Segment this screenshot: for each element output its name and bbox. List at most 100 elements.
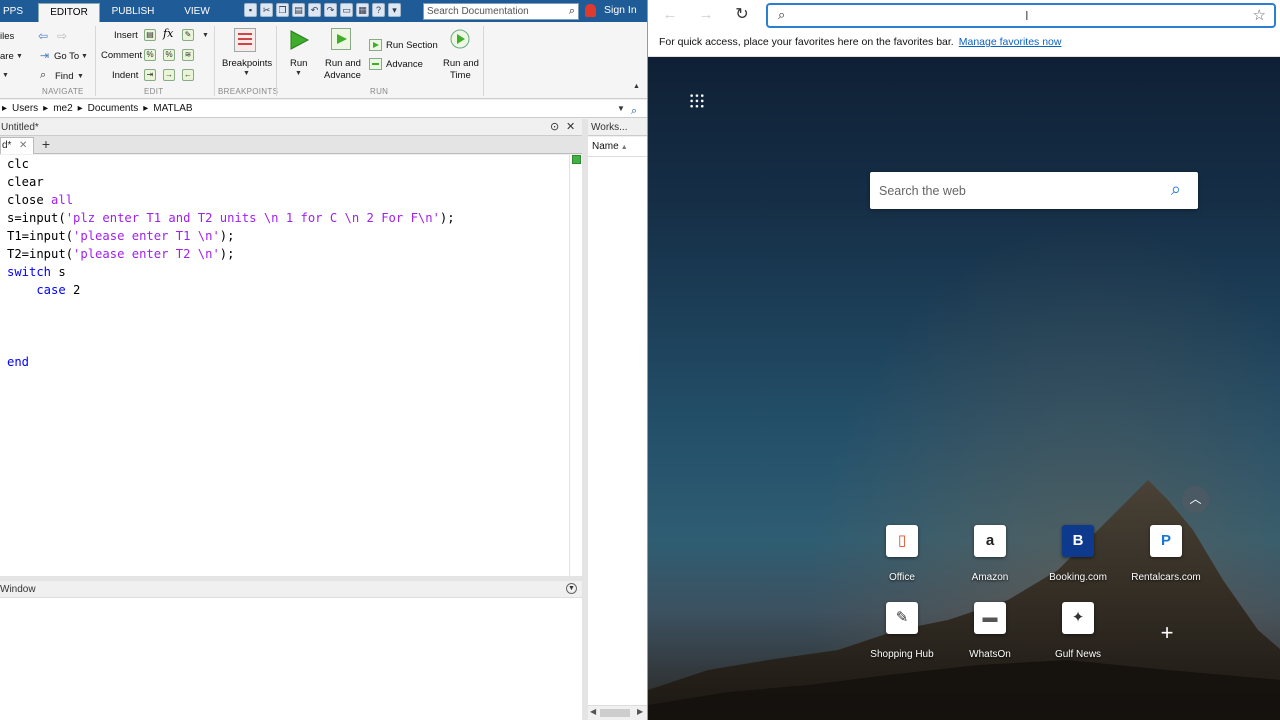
breakpoints-icon[interactable] xyxy=(234,28,256,52)
path-segment[interactable]: Documents xyxy=(88,103,139,114)
code-line[interactable]: clc xyxy=(7,155,29,173)
search-icon[interactable]: ⌕ xyxy=(569,4,575,19)
tab-publish[interactable]: PUBLISH xyxy=(104,3,162,22)
workspace-list[interactable] xyxy=(588,157,647,705)
indent-button[interactable]: Indent xyxy=(112,70,138,81)
tab-editor[interactable]: EDITOR xyxy=(38,3,100,22)
run-caret-icon[interactable]: ▼ xyxy=(295,70,302,77)
top-site-tile[interactable]: a Amazon xyxy=(944,525,1036,599)
decrease-indent-icon[interactable]: ← xyxy=(182,69,194,81)
save-label[interactable]: are xyxy=(0,51,14,62)
collapse-tiles-icon[interactable]: ︿ xyxy=(1182,486,1209,513)
workspace-column-header[interactable]: Name ▲ xyxy=(588,137,647,157)
top-site-tile[interactable]: ✎ Shopping Hub xyxy=(856,602,948,676)
code-editor[interactable]: clc clear close all s=input('plz enter T… xyxy=(0,155,569,576)
run-button[interactable]: Run xyxy=(290,58,307,69)
save-icon[interactable]: ▪ xyxy=(244,3,257,17)
scroll-left-icon[interactable]: ◀ xyxy=(590,707,596,716)
insert-section-icon[interactable]: ▤ xyxy=(144,29,156,41)
close-editor-icon[interactable]: ✕ xyxy=(566,119,575,136)
code-line[interactable]: close all xyxy=(7,191,73,209)
find-button[interactable]: Find xyxy=(55,71,73,82)
scroll-right-icon[interactable]: ▶ xyxy=(637,707,643,716)
top-site-tile[interactable]: ✦ Gulf News xyxy=(1032,602,1124,676)
back-arrow-icon[interactable]: ⇦ xyxy=(38,29,48,43)
forward-arrow-icon[interactable]: ⇨ xyxy=(57,29,67,43)
insert-button[interactable]: Insert xyxy=(114,30,138,41)
run-and-time-label1[interactable]: Run and xyxy=(443,58,479,69)
run-section-button[interactable]: Run Section xyxy=(386,40,438,51)
web-search-box[interactable]: ⌕ xyxy=(870,172,1198,209)
run-and-advance-label2[interactable]: Advance xyxy=(324,70,361,81)
run-and-advance-label1[interactable]: Run and xyxy=(325,58,361,69)
copy-icon[interactable]: ❐ xyxy=(276,3,289,17)
web-search-icon[interactable]: ⌕ xyxy=(1171,179,1181,200)
print-caret-icon[interactable]: ▼ xyxy=(2,72,9,79)
app-launcher-icon[interactable] xyxy=(689,93,705,109)
forward-icon[interactable]: → xyxy=(695,5,717,25)
code-line[interactable]: T1=input('please enter T1 \n'); xyxy=(7,227,234,245)
code-line[interactable]: s=input('plz enter T1 and T2 units \n 1 … xyxy=(7,209,455,227)
close-tab-icon[interactable]: ✕ xyxy=(19,138,27,153)
smart-indent-icon[interactable]: ⇥ xyxy=(144,69,156,81)
cut-icon[interactable]: ✂ xyxy=(260,3,273,17)
files-label[interactable]: iles xyxy=(0,31,14,42)
tab-apps[interactable]: PPS xyxy=(0,3,26,22)
notification-bell-icon[interactable] xyxy=(585,4,596,17)
code-line[interactable]: clear xyxy=(7,173,44,191)
increase-indent-icon[interactable]: → xyxy=(163,69,175,81)
layout-icon[interactable]: ▦ xyxy=(356,3,369,17)
uncomment-icon[interactable]: % xyxy=(163,49,175,61)
code-line[interactable]: end xyxy=(7,353,29,371)
path-dropdown-icon[interactable]: ▼ xyxy=(617,100,625,118)
workspace-hscrollbar[interactable]: ◀ ▶ xyxy=(588,705,647,720)
insert-caret-icon[interactable]: ▼ xyxy=(202,32,209,39)
add-site-icon[interactable]: + xyxy=(1155,621,1179,645)
path-search-icon[interactable]: ⌕ xyxy=(631,102,637,120)
insert-snippet-icon[interactable]: ✎ xyxy=(182,29,194,41)
top-site-tile[interactable]: B Booking.com xyxy=(1032,525,1124,599)
comment-icon[interactable]: % xyxy=(144,49,156,61)
code-line[interactable]: case 2 xyxy=(7,281,80,299)
top-site-tile[interactable]: ▬ WhatsOn xyxy=(944,602,1036,676)
code-analyzer-ok-icon[interactable] xyxy=(572,155,581,164)
run-icon[interactable] xyxy=(288,29,310,51)
breakpoints-caret-icon[interactable]: ▼ xyxy=(243,70,250,77)
customize-icon[interactable]: ▾ xyxy=(388,3,401,17)
undo-icon[interactable]: ↶ xyxy=(308,3,321,17)
favorite-star-icon[interactable]: ☆ xyxy=(1253,6,1266,24)
editor-actions-icon[interactable]: ⊙ xyxy=(550,119,559,136)
manage-favorites-link[interactable]: Manage favorites now xyxy=(959,36,1062,48)
address-bar[interactable]: ⌕ I ☆ xyxy=(766,3,1276,28)
run-and-time-icon[interactable] xyxy=(449,28,471,50)
breakpoints-button[interactable]: Breakpoints xyxy=(222,58,272,69)
path-segment[interactable]: Users xyxy=(12,103,38,114)
top-site-tile[interactable]: P Rentalcars.com xyxy=(1120,525,1212,599)
path-segment[interactable]: me2 xyxy=(53,103,72,114)
help-icon[interactable]: ? xyxy=(372,3,385,17)
code-line[interactable]: switch s xyxy=(7,263,66,281)
comment-button[interactable]: Comment xyxy=(101,50,142,61)
path-segment[interactable]: MATLAB xyxy=(153,103,192,114)
scroll-thumb[interactable] xyxy=(600,709,630,717)
goto-caret-icon[interactable]: ▼ xyxy=(81,53,88,60)
insert-function-icon[interactable]: fx xyxy=(163,27,173,40)
code-line[interactable]: T2=input('please enter T2 \n'); xyxy=(7,245,234,263)
tab-view[interactable]: VIEW xyxy=(170,3,224,22)
sign-in-link[interactable]: Sign In xyxy=(604,4,637,16)
save-caret-icon[interactable]: ▼ xyxy=(16,53,23,60)
redo-icon[interactable]: ↷ xyxy=(324,3,337,17)
run-section-icon[interactable] xyxy=(369,39,382,51)
command-window[interactable] xyxy=(0,598,582,720)
collapse-ribbon-icon[interactable]: ▲ xyxy=(633,83,640,90)
refresh-icon[interactable]: ↻ xyxy=(731,5,753,25)
switch-windows-icon[interactable]: ▭ xyxy=(340,3,353,17)
back-icon[interactable]: ← xyxy=(659,5,681,25)
run-and-advance-icon[interactable] xyxy=(331,28,351,50)
run-and-time-label2[interactable]: Time xyxy=(450,70,471,81)
search-documentation-input[interactable]: Search Documentation ⌕ xyxy=(423,3,579,20)
goto-button[interactable]: Go To xyxy=(54,51,79,62)
editor-scrollbar[interactable] xyxy=(569,155,582,576)
new-tab-icon[interactable]: + xyxy=(36,137,56,153)
advance-icon[interactable] xyxy=(369,58,382,70)
